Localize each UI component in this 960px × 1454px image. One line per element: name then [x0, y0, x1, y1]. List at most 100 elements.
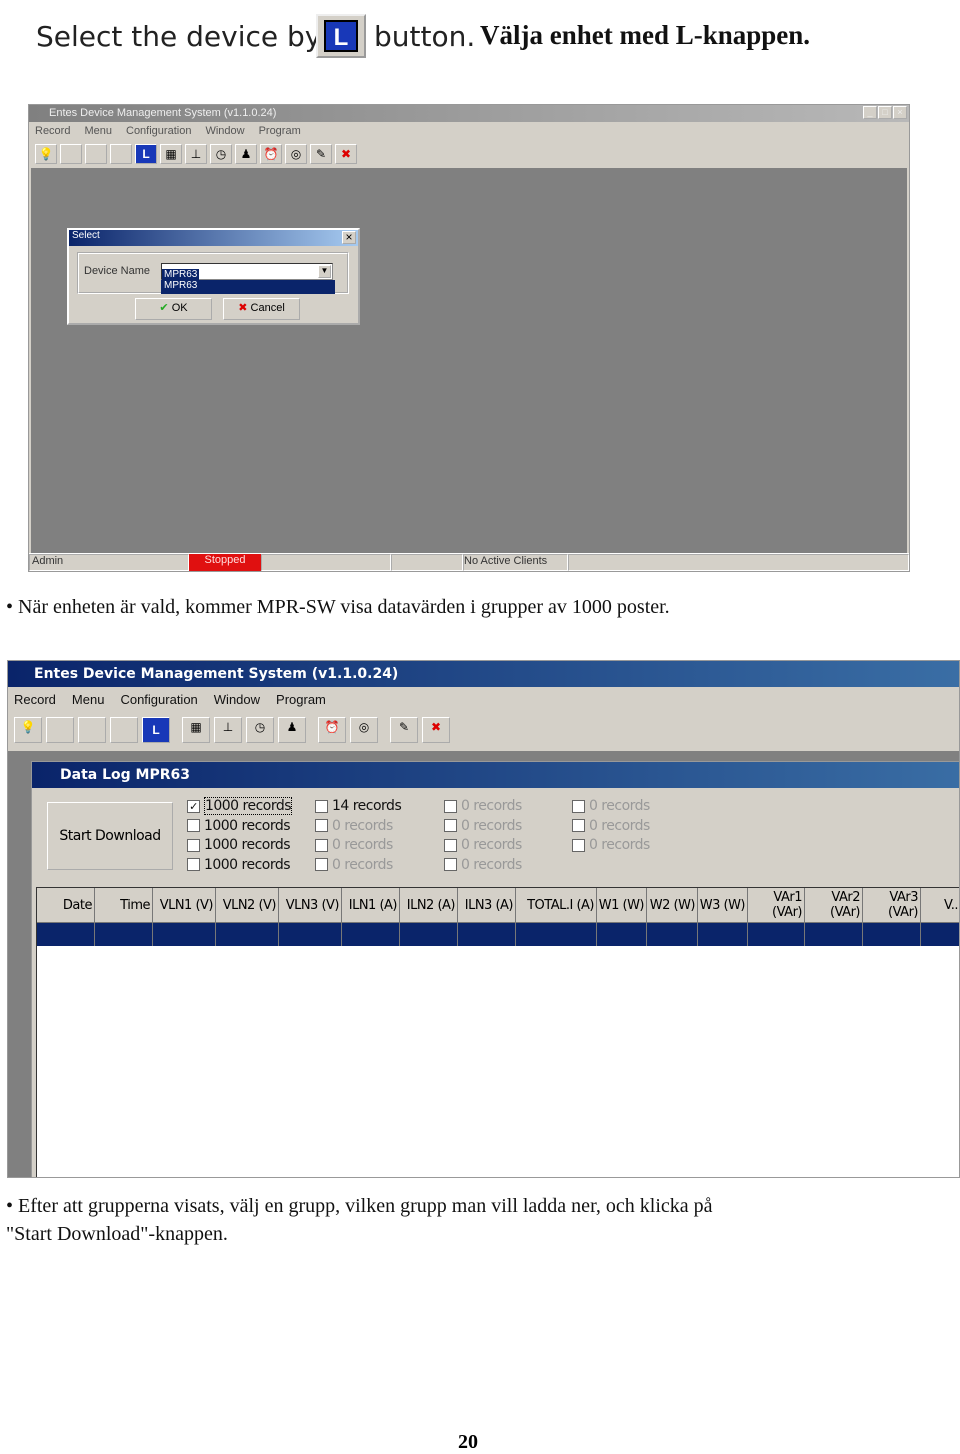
checkbox[interactable]: [187, 858, 200, 871]
record-group-option[interactable]: 1000 records: [187, 857, 291, 873]
alarm-icon[interactable]: ⏰: [260, 144, 282, 164]
exit-icon[interactable]: ✖: [422, 717, 450, 743]
record-group-option[interactable]: 0 records: [444, 837, 522, 853]
cancel-button[interactable]: ✖ Cancel: [223, 298, 300, 320]
selected-row-cell[interactable]: [342, 923, 399, 946]
chart-icon[interactable]: ⊥: [185, 144, 207, 164]
blank-button[interactable]: [60, 144, 82, 164]
user-icon[interactable]: ♟: [235, 144, 257, 164]
blank-button[interactable]: [110, 717, 138, 743]
column-header[interactable]: TOTAL.I (A): [516, 888, 597, 946]
calendar-icon[interactable]: ▦: [160, 144, 182, 164]
record-group-option[interactable]: 0 records: [444, 857, 522, 873]
record-group-option[interactable]: 0 records: [444, 818, 522, 834]
close-icon[interactable]: ×: [893, 106, 907, 119]
l-select-device-button[interactable]: L: [135, 144, 157, 164]
record-group-option[interactable]: ✓ 1000 records: [187, 797, 293, 815]
record-group-option[interactable]: 0 records: [315, 818, 393, 834]
column-header[interactable]: VLN2 (V): [216, 888, 279, 946]
selected-row-cell[interactable]: [216, 923, 278, 946]
checkbox[interactable]: [572, 819, 585, 832]
calendar-icon[interactable]: ▦: [182, 717, 210, 743]
record-group-option[interactable]: 0 records: [572, 818, 650, 834]
column-header[interactable]: VLN1 (V): [153, 888, 216, 946]
column-header[interactable]: Date: [37, 888, 95, 946]
checkbox[interactable]: [187, 838, 200, 852]
selected-row-cell[interactable]: [516, 923, 596, 946]
column-header[interactable]: ILN1 (A): [342, 888, 400, 946]
selected-row-cell[interactable]: [748, 923, 804, 946]
column-header[interactable]: V..: [921, 888, 959, 946]
selected-row-cell[interactable]: [597, 923, 646, 946]
tools-icon[interactable]: ✎: [390, 717, 418, 743]
exit-icon[interactable]: ✖: [335, 144, 357, 164]
menu-item-window[interactable]: Window: [205, 122, 244, 140]
bulb-icon[interactable]: 💡: [35, 144, 57, 164]
column-header[interactable]: W2 (W): [647, 888, 698, 946]
column-header[interactable]: ILN3 (A): [458, 888, 516, 946]
record-group-option[interactable]: 0 records: [572, 837, 650, 853]
column-header[interactable]: W3 (W): [698, 888, 748, 946]
blank-button[interactable]: [78, 717, 106, 743]
checkbox[interactable]: [444, 819, 457, 832]
checkbox[interactable]: ✓: [187, 799, 200, 813]
selected-row-cell[interactable]: [647, 923, 697, 946]
user-icon[interactable]: ♟: [278, 717, 306, 743]
column-header[interactable]: VAr3 (VAr): [863, 888, 921, 946]
checkbox[interactable]: [444, 858, 457, 871]
record-group-option[interactable]: 0 records: [315, 857, 393, 873]
checkbox[interactable]: [315, 819, 328, 832]
disc-icon[interactable]: ◎: [350, 717, 378, 743]
checkbox[interactable]: [444, 799, 457, 813]
checkbox[interactable]: [187, 819, 200, 832]
disc-icon[interactable]: ◎: [285, 144, 307, 164]
record-group-option[interactable]: 0 records: [315, 837, 393, 853]
l-select-device-button[interactable]: L: [142, 717, 170, 743]
close-icon[interactable]: ×: [342, 231, 356, 244]
menu-item-record[interactable]: Record: [35, 122, 70, 140]
chevron-down-icon[interactable]: ▼: [318, 265, 331, 278]
menu-item-record[interactable]: Record: [14, 687, 56, 712]
start-download-button[interactable]: Start Download: [47, 802, 173, 870]
selected-row-cell[interactable]: [698, 923, 747, 946]
column-header[interactable]: VLN3 (V): [279, 888, 342, 946]
menu-item-menu[interactable]: Menu: [72, 687, 105, 712]
menu-item-program[interactable]: Program: [259, 122, 301, 140]
selected-row-cell[interactable]: [863, 923, 920, 946]
column-header[interactable]: VAr2 (VAr): [805, 888, 863, 946]
checkbox[interactable]: [572, 838, 585, 852]
record-group-option[interactable]: 14 records: [315, 798, 402, 814]
record-group-option[interactable]: 1000 records: [187, 837, 291, 853]
checkbox[interactable]: [315, 838, 328, 852]
menu-item-window[interactable]: Window: [214, 687, 260, 712]
blank-button[interactable]: [110, 144, 132, 164]
clock-icon[interactable]: ◷: [246, 717, 274, 743]
selected-row-cell[interactable]: [400, 923, 457, 946]
alarm-icon[interactable]: ⏰: [318, 717, 346, 743]
minimize-icon[interactable]: _: [863, 106, 877, 119]
menu-item-configuration[interactable]: Configuration: [120, 687, 197, 712]
tools-icon[interactable]: ✎: [310, 144, 332, 164]
record-group-option[interactable]: 1000 records: [187, 818, 291, 834]
menu-item-program[interactable]: Program: [276, 687, 326, 712]
checkbox[interactable]: [444, 838, 457, 852]
menu-item-menu[interactable]: Menu: [84, 122, 112, 140]
checkbox[interactable]: [315, 858, 328, 871]
selected-row-cell[interactable]: [805, 923, 862, 946]
record-group-option[interactable]: 0 records: [444, 798, 522, 814]
chart-icon[interactable]: ⊥: [214, 717, 242, 743]
maximize-icon[interactable]: □: [878, 106, 892, 119]
selected-row-cell[interactable]: [279, 923, 341, 946]
blank-button[interactable]: [85, 144, 107, 164]
column-header[interactable]: Time: [95, 888, 153, 946]
selected-row-cell[interactable]: [37, 923, 94, 946]
checkbox[interactable]: [315, 799, 328, 813]
selected-row-cell[interactable]: [95, 923, 152, 946]
device-name-select[interactable]: MPR63 ▼: [161, 263, 333, 280]
column-header[interactable]: VAr1 (VAr): [748, 888, 805, 946]
column-header[interactable]: ILN2 (A): [400, 888, 458, 946]
menu-item-configuration[interactable]: Configuration: [126, 122, 191, 140]
dropdown-option[interactable]: MPR63: [161, 280, 335, 294]
selected-row-cell[interactable]: [153, 923, 215, 946]
blank-button[interactable]: [46, 717, 74, 743]
